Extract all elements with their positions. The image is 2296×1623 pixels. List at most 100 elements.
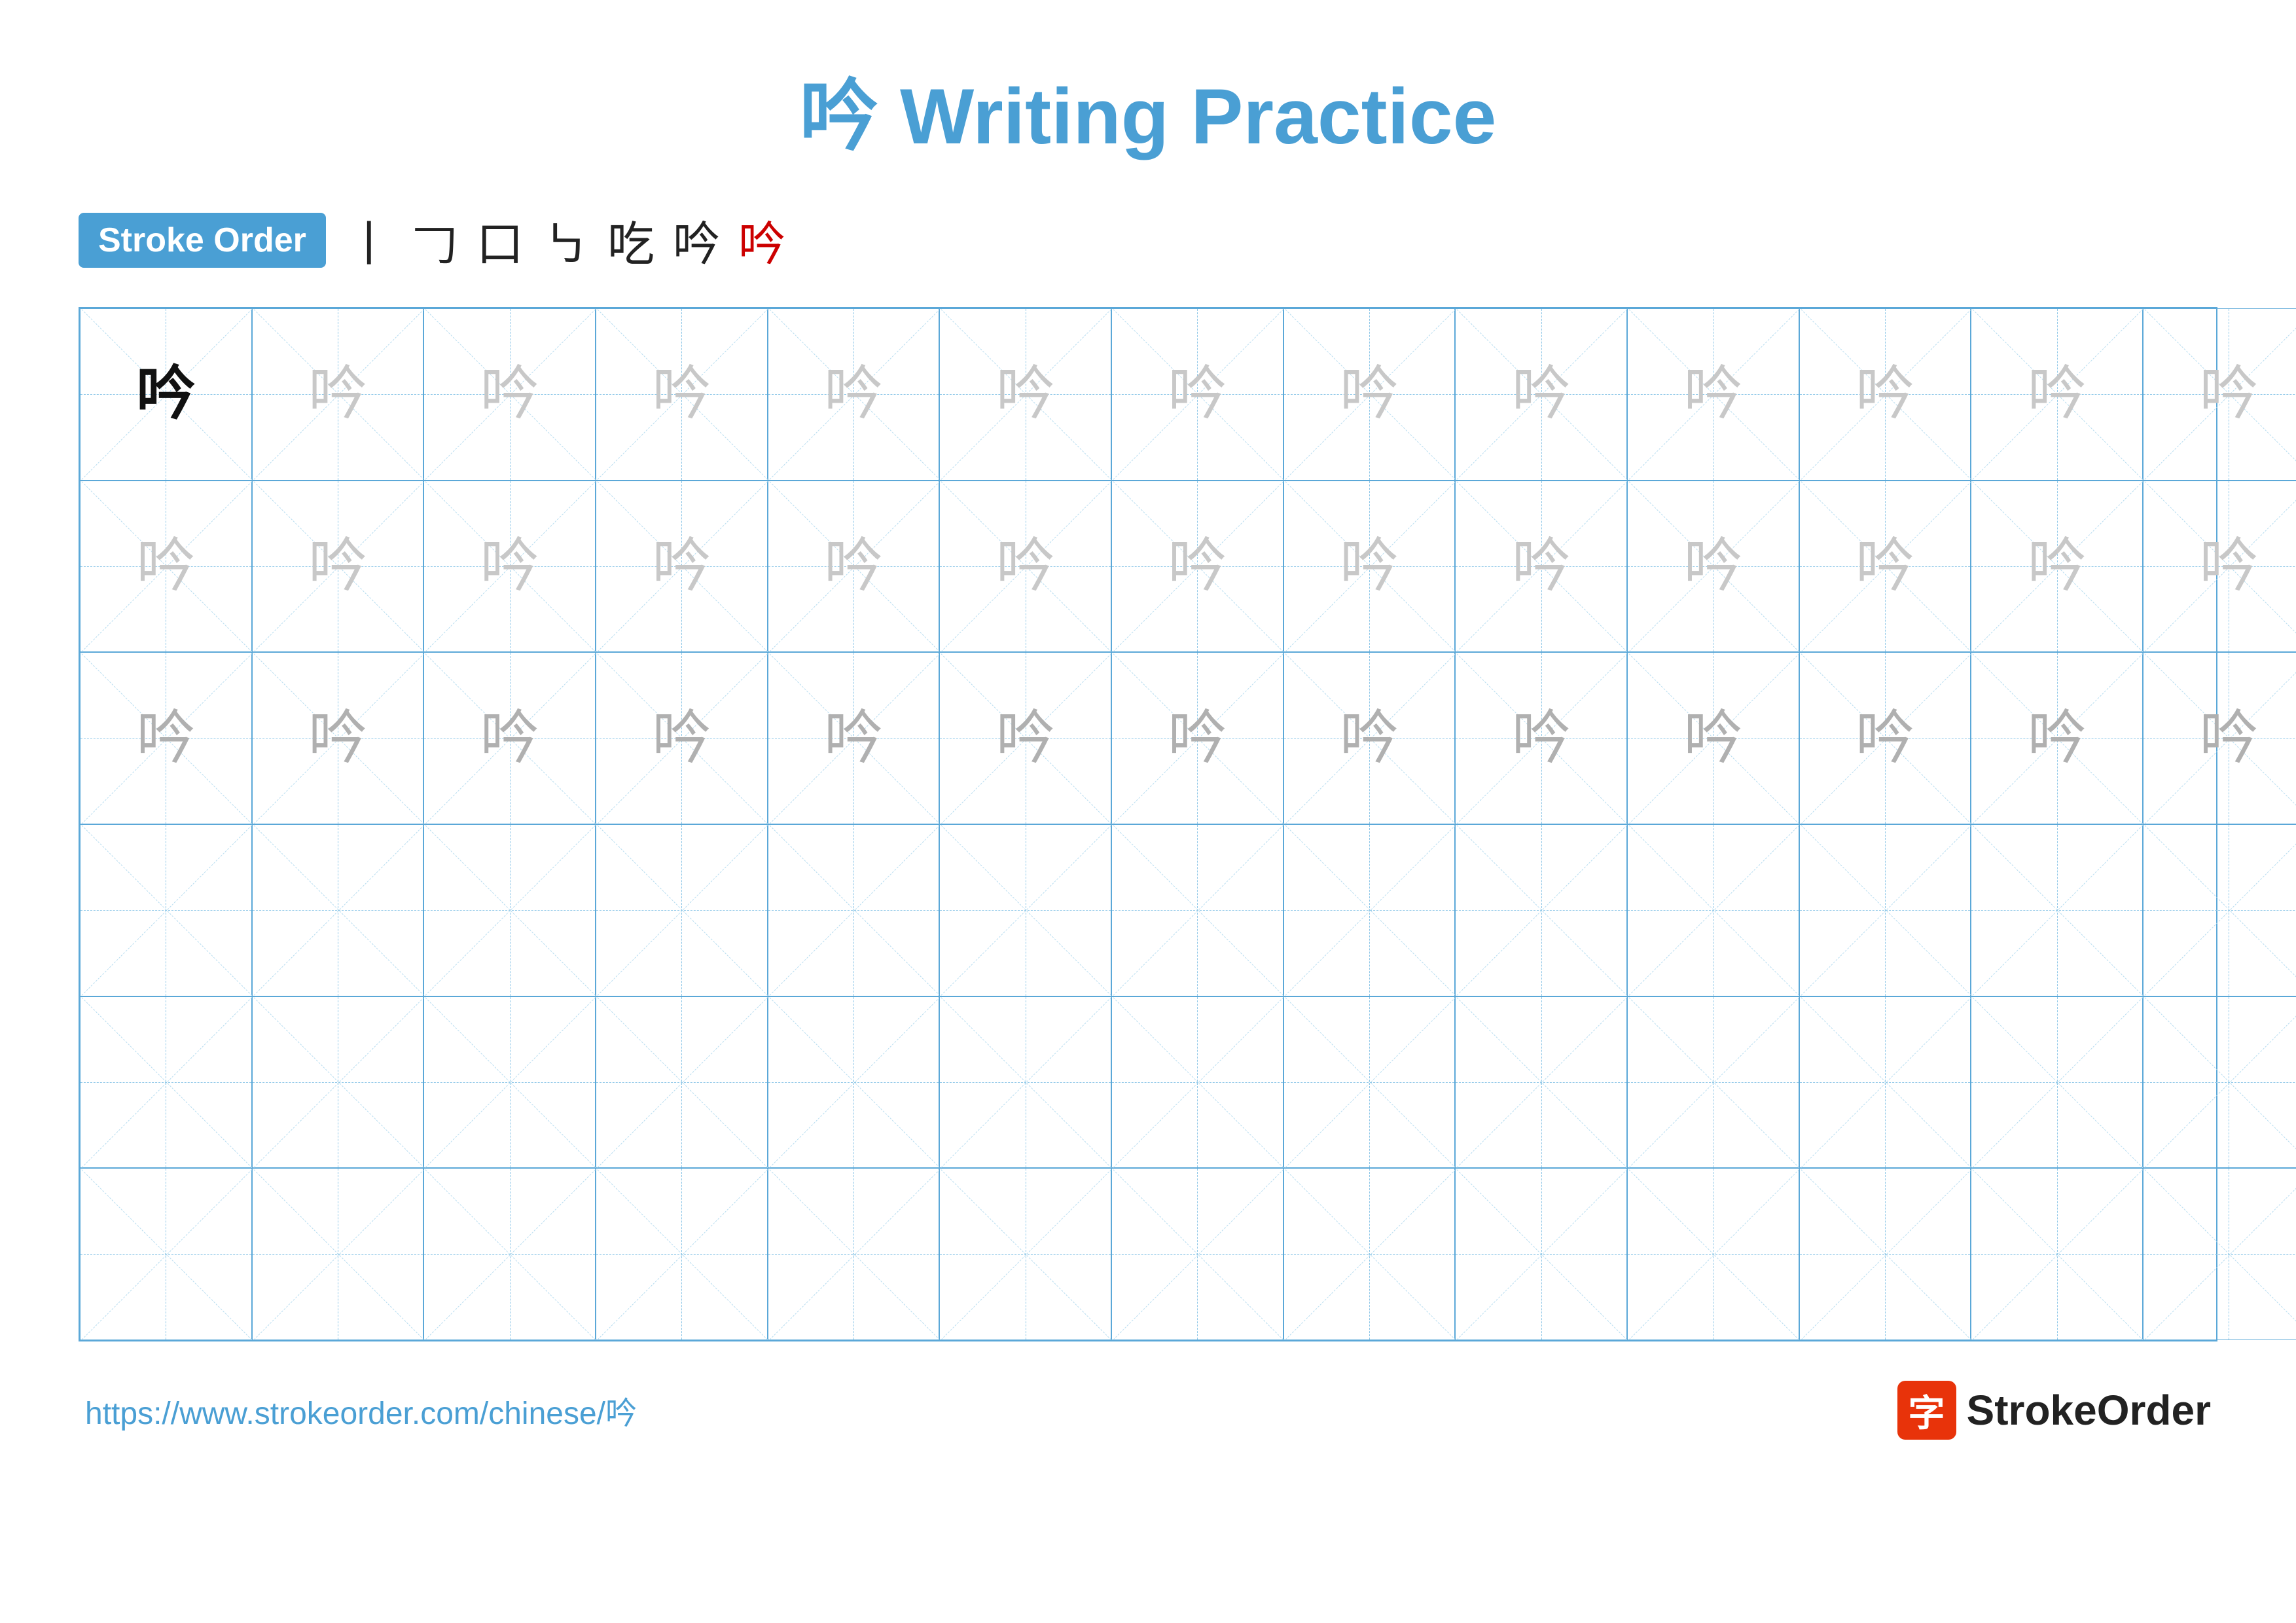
grid-cell-r1-c9[interactable]: 吟	[1455, 308, 1627, 481]
char-light: 吟	[480, 365, 539, 424]
grid-cell-r2-c3[interactable]: 吟	[423, 481, 596, 653]
char-light: 吟	[652, 537, 711, 596]
grid-cell-r1-c1[interactable]: 吟	[80, 308, 252, 481]
grid-cell-r5-c13[interactable]	[2143, 996, 2296, 1169]
grid-cell-r1-c6[interactable]: 吟	[939, 308, 1111, 481]
char-light: 吟	[1168, 365, 1227, 424]
grid-cell-r4-c10[interactable]	[1627, 824, 1799, 996]
grid-cell-r1-c12[interactable]: 吟	[1971, 308, 2143, 481]
grid-cell-r3-c3[interactable]: 吟	[423, 652, 596, 824]
grid-cell-r5-c8[interactable]	[1283, 996, 1456, 1169]
char-light: 吟	[824, 365, 883, 424]
grid-cell-r1-c4[interactable]: 吟	[596, 308, 768, 481]
grid-cell-r2-c11[interactable]: 吟	[1799, 481, 1971, 653]
grid-cell-r3-c8[interactable]: 吟	[1283, 652, 1456, 824]
grid-cell-r4-c5[interactable]	[768, 824, 940, 996]
grid-cell-r1-c11[interactable]: 吟	[1799, 308, 1971, 481]
stroke-order-section: Stroke Order 丨 𠃌 口 ㇉ 吃 吟 吟	[79, 206, 2217, 274]
grid-cell-r6-c7[interactable]	[1111, 1168, 1283, 1340]
grid-cell-r4-c7[interactable]	[1111, 824, 1283, 996]
grid-cell-r2-c8[interactable]: 吟	[1283, 481, 1456, 653]
stroke-4: ㇉	[542, 206, 589, 274]
grid-cell-r4-c8[interactable]	[1283, 824, 1456, 996]
char-light: 吟	[1340, 537, 1399, 596]
grid-cell-r5-c2[interactable]	[252, 996, 424, 1169]
grid-cell-r2-c4[interactable]: 吟	[596, 481, 768, 653]
grid-cell-r1-c13[interactable]: 吟	[2143, 308, 2296, 481]
grid-cell-r3-c12[interactable]: 吟	[1971, 652, 2143, 824]
grid-cell-r3-c10[interactable]: 吟	[1627, 652, 1799, 824]
grid-cell-r4-c2[interactable]	[252, 824, 424, 996]
grid-cell-r2-c9[interactable]: 吟	[1455, 481, 1627, 653]
grid-cell-r5-c4[interactable]	[596, 996, 768, 1169]
grid-cell-r3-c11[interactable]: 吟	[1799, 652, 1971, 824]
char-medium: 吟	[2199, 709, 2258, 768]
grid-cell-r6-c8[interactable]	[1283, 1168, 1456, 1340]
grid-cell-r2-c7[interactable]: 吟	[1111, 481, 1283, 653]
grid-cell-r2-c10[interactable]: 吟	[1627, 481, 1799, 653]
grid-cell-r5-c3[interactable]	[423, 996, 596, 1169]
grid-cell-r1-c2[interactable]: 吟	[252, 308, 424, 481]
grid-cell-r3-c1[interactable]: 吟	[80, 652, 252, 824]
grid-cell-r1-c3[interactable]: 吟	[423, 308, 596, 481]
grid-cell-r4-c11[interactable]	[1799, 824, 1971, 996]
grid-cell-r5-c9[interactable]	[1455, 996, 1627, 1169]
grid-cell-r6-c3[interactable]	[423, 1168, 596, 1340]
grid-cell-r6-c11[interactable]	[1799, 1168, 1971, 1340]
char-light: 吟	[480, 537, 539, 596]
grid-cell-r2-c5[interactable]: 吟	[768, 481, 940, 653]
grid-cell-r3-c5[interactable]: 吟	[768, 652, 940, 824]
grid-cell-r1-c8[interactable]: 吟	[1283, 308, 1456, 481]
stroke-2: 𠃌	[411, 206, 458, 274]
char-medium: 吟	[2028, 709, 2087, 768]
grid-cell-r6-c1[interactable]	[80, 1168, 252, 1340]
grid-cell-r6-c5[interactable]	[768, 1168, 940, 1340]
grid-cell-r3-c6[interactable]: 吟	[939, 652, 1111, 824]
grid-cell-r6-c13[interactable]	[2143, 1168, 2296, 1340]
grid-cell-r3-c2[interactable]: 吟	[252, 652, 424, 824]
grid-cell-r5-c11[interactable]	[1799, 996, 1971, 1169]
grid-cell-r1-c7[interactable]: 吟	[1111, 308, 1283, 481]
grid-cell-r3-c4[interactable]: 吟	[596, 652, 768, 824]
grid-cell-r2-c6[interactable]: 吟	[939, 481, 1111, 653]
char-light: 吟	[1856, 365, 1914, 424]
footer-url[interactable]: https://www.strokeorder.com/chinese/吟	[85, 1387, 637, 1433]
char-medium: 吟	[1340, 709, 1399, 768]
grid-cell-r5-c1[interactable]	[80, 996, 252, 1169]
grid-cell-r4-c12[interactable]	[1971, 824, 2143, 996]
grid-cell-r4-c6[interactable]	[939, 824, 1111, 996]
grid-cell-r4-c13[interactable]	[2143, 824, 2296, 996]
grid-cell-r3-c7[interactable]: 吟	[1111, 652, 1283, 824]
grid-cell-r5-c12[interactable]	[1971, 996, 2143, 1169]
grid-cell-r5-c7[interactable]	[1111, 996, 1283, 1169]
logo-text: StrokeOrder	[1967, 1386, 2211, 1434]
grid-cell-r3-c13[interactable]: 吟	[2143, 652, 2296, 824]
grid-cell-r2-c2[interactable]: 吟	[252, 481, 424, 653]
title-label: Writing Practice	[900, 73, 1496, 160]
char-light: 吟	[2028, 365, 2087, 424]
grid-cell-r4-c1[interactable]	[80, 824, 252, 996]
char-light: 吟	[1512, 365, 1571, 424]
grid-cell-r2-c13[interactable]: 吟	[2143, 481, 2296, 653]
char-light: 吟	[1856, 537, 1914, 596]
grid-cell-r5-c10[interactable]	[1627, 996, 1799, 1169]
grid-cell-r6-c12[interactable]	[1971, 1168, 2143, 1340]
grid-cell-r6-c4[interactable]	[596, 1168, 768, 1340]
grid-cell-r2-c12[interactable]: 吟	[1971, 481, 2143, 653]
grid-cell-r1-c10[interactable]: 吟	[1627, 308, 1799, 481]
grid-cell-r5-c6[interactable]	[939, 996, 1111, 1169]
char-medium: 吟	[1856, 709, 1914, 768]
grid-cell-r6-c9[interactable]	[1455, 1168, 1627, 1340]
grid-cell-r4-c4[interactable]	[596, 824, 768, 996]
writing-grid: 吟 吟 吟 吟 吟 吟 吟 吟	[79, 307, 2217, 1341]
grid-cell-r3-c9[interactable]: 吟	[1455, 652, 1627, 824]
grid-cell-r1-c5[interactable]: 吟	[768, 308, 940, 481]
stroke-7: 吟	[738, 206, 785, 274]
grid-cell-r2-c1[interactable]: 吟	[80, 481, 252, 653]
grid-cell-r4-c3[interactable]	[423, 824, 596, 996]
grid-cell-r4-c9[interactable]	[1455, 824, 1627, 996]
grid-cell-r6-c10[interactable]	[1627, 1168, 1799, 1340]
grid-cell-r6-c6[interactable]	[939, 1168, 1111, 1340]
grid-cell-r5-c5[interactable]	[768, 996, 940, 1169]
grid-cell-r6-c2[interactable]	[252, 1168, 424, 1340]
